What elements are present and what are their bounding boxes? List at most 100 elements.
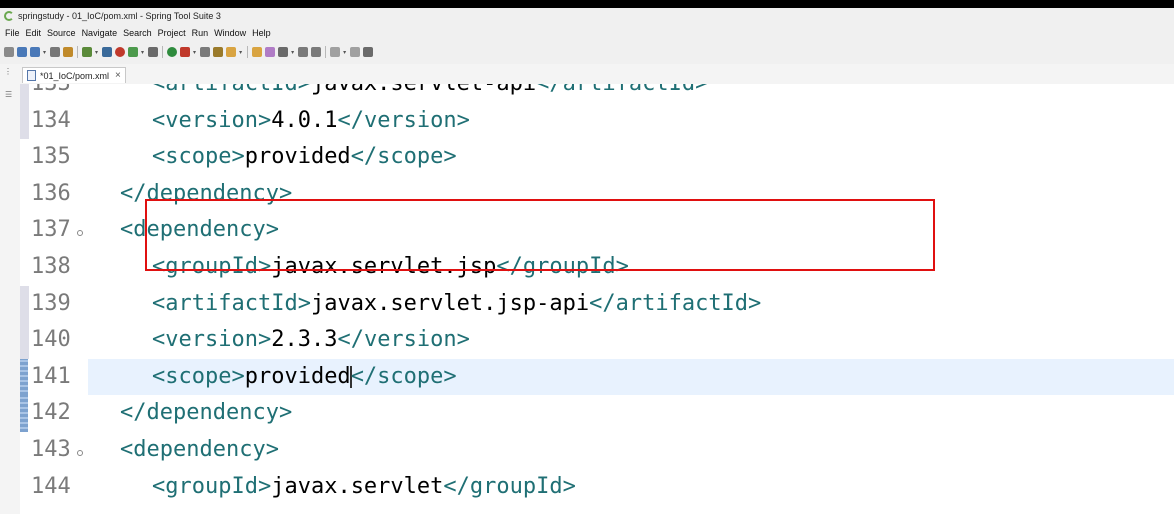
close-icon[interactable]: × [115, 70, 121, 81]
build-icon[interactable] [148, 47, 159, 57]
save-icon[interactable] [17, 47, 27, 57]
view-menu-icon[interactable]: ⋮ [4, 67, 12, 76]
console-icon[interactable] [102, 47, 113, 57]
code-text: <version>2.3.3</version> [152, 327, 470, 352]
search-icon[interactable] [278, 47, 289, 57]
fold-toggle-icon[interactable] [77, 230, 83, 237]
code-text: <artifactId>javax.servlet.jsp-api</artif… [152, 291, 761, 316]
menu-help[interactable]: Help [252, 28, 271, 38]
menu-source[interactable]: Source [47, 28, 76, 38]
editor-tab-bar: ⋮ *01_IoC/pom.xml × [0, 64, 1174, 84]
xml-open-tag: <scope> [152, 144, 245, 170]
code-line[interactable]: 139 <artifactId>javax.servlet.jsp-api</ar… [20, 285, 1174, 323]
external-tools-icon[interactable] [200, 47, 211, 57]
code-line-area: <artifactId>javax.servlet.jsp-api</artif… [88, 286, 1174, 323]
open-folder-icon[interactable] [226, 47, 237, 57]
menu-file[interactable]: File [5, 28, 20, 38]
refactor-icon[interactable] [63, 47, 74, 57]
xml-open-tag: <version> [152, 107, 272, 133]
code-line[interactable]: 133 <artifactId>javax.servlet-api</artifa… [20, 84, 1174, 103]
dropdown-arrow-icon[interactable]: ▾ [141, 49, 144, 56]
toolbar-separator [247, 46, 249, 58]
spring-tool-suite-icon [4, 11, 14, 21]
menu-edit[interactable]: Edit [26, 28, 42, 38]
dropdown-arrow-icon[interactable]: ▾ [291, 49, 294, 56]
line-number: 137 [31, 217, 71, 243]
debug-icon[interactable] [115, 47, 126, 57]
xml-value: javax.servlet-api [311, 84, 536, 96]
print-icon[interactable] [50, 47, 61, 57]
code-line[interactable]: 143 <dependency> [20, 432, 1174, 469]
new-icon[interactable] [4, 47, 14, 57]
run-icon[interactable] [167, 47, 178, 57]
code-text: <scope>provided</scope> [152, 364, 457, 389]
line-number: 134 [31, 107, 71, 133]
open-project-icon[interactable] [252, 47, 263, 57]
code-line-area: <version>2.3.3</version> [88, 322, 1174, 359]
code-text: <dependency> [120, 217, 279, 242]
gutter-marker [20, 469, 29, 506]
gutter-marker [20, 139, 29, 176]
xml-open-tag: <dependency> [120, 217, 279, 243]
run-config-icon[interactable] [180, 47, 191, 57]
spring-boot-icon[interactable] [128, 47, 139, 57]
fold-toggle-icon[interactable] [77, 450, 83, 456]
xml-open-tag: <dependency> [120, 437, 279, 462]
code-line[interactable]: 137 <dependency> [20, 212, 1174, 249]
dropdown-arrow-icon[interactable]: ▾ [193, 49, 196, 56]
xml-value: javax.servlet.jsp-api [310, 290, 590, 316]
dropdown-arrow-icon[interactable]: ▾ [343, 49, 346, 56]
code-line[interactable]: 138 <groupId>javax.servlet.jsp</groupId> [20, 249, 1174, 286]
xml-open-tag: <artifactId> [152, 290, 311, 316]
save-all-icon[interactable] [30, 47, 40, 57]
code-editor[interactable]: 133<artifactId>javax.servlet-api</artifa… [20, 84, 1174, 514]
code-line[interactable]: 144 <groupId>javax.servlet</groupId> [20, 469, 1174, 506]
editor-tab-pom[interactable]: *01_IoC/pom.xml × [22, 67, 126, 83]
forward-icon[interactable] [350, 47, 361, 57]
xml-close-tag: </dependency> [120, 400, 293, 426]
code-line-area: <groupId>javax.servlet.jsp</groupId> [88, 249, 1174, 286]
menu-window[interactable]: Window [214, 28, 246, 38]
gutter-marker [20, 102, 29, 140]
xml-close-tag: </artifactId> [589, 290, 762, 316]
menu-project[interactable]: Project [158, 28, 186, 38]
gutter-marker [20, 358, 28, 396]
prev-annotation-icon[interactable] [311, 47, 322, 57]
code-text: </dependency> [120, 181, 292, 206]
open-resource-icon[interactable] [265, 47, 276, 57]
code-text: <groupId>javax.servlet</groupId> [152, 474, 576, 499]
code-line-area: <scope>provided</scope> [88, 358, 1174, 396]
menu-navigate[interactable]: Navigate [82, 28, 118, 38]
code-line[interactable]: 135 <scope>provided</scope> [20, 139, 1174, 176]
menu-search[interactable]: Search [123, 28, 152, 38]
code-line[interactable]: 134 <version>4.0.1</version> [20, 102, 1174, 140]
back-icon[interactable] [330, 47, 341, 57]
toolbar-separator [162, 46, 164, 58]
next-annotation-icon[interactable] [298, 47, 309, 57]
dropdown-arrow-icon[interactable]: ▾ [239, 49, 242, 56]
code-line[interactable]: 136 </dependency> [20, 176, 1174, 213]
code-line[interactable]: 141 <scope>provided</scope> [20, 358, 1174, 396]
gutter-marker [20, 176, 29, 213]
code-text: <version>4.0.1</version> [152, 108, 470, 133]
code-line[interactable]: 140 <version>2.3.3</version> [20, 322, 1174, 359]
gutter-marker [20, 322, 29, 359]
code-line[interactable]: 142 </dependency> [20, 395, 1174, 432]
open-type-icon[interactable] [82, 47, 93, 57]
menu-run[interactable]: Run [192, 28, 209, 38]
dropdown-arrow-icon[interactable]: ▾ [43, 49, 46, 56]
code-text: <dependency> [120, 437, 279, 462]
dropdown-arrow-icon[interactable]: ▾ [95, 49, 98, 56]
xml-file-icon [27, 70, 36, 81]
gutter-marker [20, 285, 29, 323]
xml-close-tag: </artifactId> [536, 84, 708, 96]
xml-close-tag: </version> [337, 107, 470, 133]
outline-icon[interactable]: ☰ [5, 90, 12, 99]
xml-close-tag: </scope> [350, 144, 457, 170]
coverage-icon[interactable] [213, 47, 224, 57]
line-number: 144 [31, 473, 71, 499]
gutter-marker [20, 249, 29, 286]
pin-editor-icon[interactable] [363, 47, 374, 57]
code-text: <scope>provided</scope> [152, 144, 457, 169]
main-toolbar: ▾ ▾ ▾ ▾ ▾ ▾ ▾ [0, 40, 1174, 64]
